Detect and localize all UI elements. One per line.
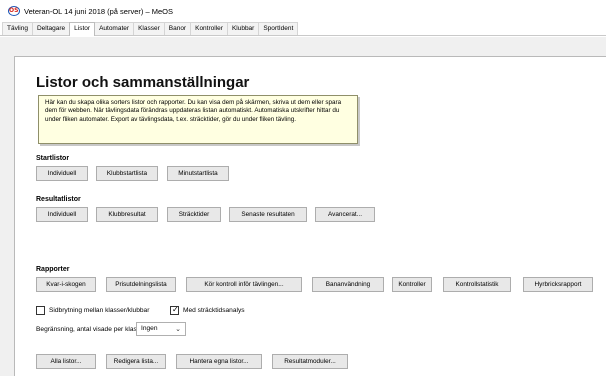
remaining-in-forest-button[interactable]: Kvar-i-skogen xyxy=(36,277,96,292)
club-result-button[interactable]: Klubbresultat xyxy=(96,207,158,222)
latest-results-button[interactable]: Senaste resultaten xyxy=(229,207,307,222)
page-break-option[interactable]: Sidbrytning mellan klasser/klubbar xyxy=(36,306,149,315)
tab-klasser[interactable]: Klasser xyxy=(133,22,165,35)
resultlists-heading: Resultatlistor xyxy=(36,196,81,203)
checkmark-icon: ✓ xyxy=(172,305,179,314)
reports-heading: Rapporter xyxy=(36,266,70,273)
manage-own-lists-button[interactable]: Hantera egna listor... xyxy=(176,354,262,369)
tab-deltagare[interactable]: Deltagare xyxy=(31,22,71,35)
page-break-label: Sidbrytning mellan klasser/klubbar xyxy=(49,307,150,314)
limit-select-value: Ingen xyxy=(141,325,158,332)
split-analysis-label: Med sträcktidsanalys xyxy=(183,307,245,314)
split-analysis-checkbox[interactable]: ✓ xyxy=(170,305,179,315)
control-statistics-button[interactable]: Kontrollstatistik xyxy=(443,277,511,292)
advanced-button[interactable]: Avancerat... xyxy=(315,207,375,222)
course-usage-button[interactable]: Bananvändning xyxy=(312,277,384,292)
title-bar: OS Veteran-OL 14 juni 2018 (på server) –… xyxy=(0,0,606,22)
tab-banor[interactable]: Banor xyxy=(163,22,192,35)
tab-bar: Tävling Deltagare Listor Automater Klass… xyxy=(0,22,606,36)
tab-kontroller[interactable]: Kontroller xyxy=(190,22,228,35)
limit-select[interactable]: Ingen ⌄ xyxy=(136,322,186,336)
startlists-heading: Startlistor xyxy=(36,155,70,162)
tab-tavling[interactable]: Tävling xyxy=(2,22,33,35)
start-individual-button[interactable]: Individuell xyxy=(36,166,88,181)
page-break-checkbox[interactable] xyxy=(36,306,45,315)
minute-startlist-button[interactable]: Minutstartlista xyxy=(167,166,229,181)
prize-list-button[interactable]: Prisutdelningslista xyxy=(106,277,176,292)
tab-listor[interactable]: Listor xyxy=(69,22,96,36)
club-startlist-button[interactable]: Klubbstartlista xyxy=(96,166,158,181)
tab-automater[interactable]: Automater xyxy=(94,22,135,35)
controls-button[interactable]: Kontroller xyxy=(392,277,432,292)
split-times-button[interactable]: Sträcktider xyxy=(167,207,221,222)
page-title: Listor och sammanställningar xyxy=(36,74,250,91)
limit-label: Begränsning, antal visade per klass: xyxy=(36,326,142,333)
tab-klubbar[interactable]: Klubbar xyxy=(226,22,260,35)
chevron-down-icon: ⌄ xyxy=(175,325,181,333)
meos-logo-icon: OS xyxy=(8,6,20,16)
tab-sportident[interactable]: SportIdent xyxy=(258,22,299,35)
rental-card-report-button[interactable]: Hyrbricksrapport xyxy=(523,277,593,292)
edit-list-button[interactable]: Redigera lista... xyxy=(106,354,166,369)
all-lists-button[interactable]: Alla listor... xyxy=(36,354,96,369)
window-title: Veteran-OL 14 juni 2018 (på server) – Me… xyxy=(24,6,173,16)
pre-event-check-button[interactable]: Kör kontroll inför tävlingen... xyxy=(186,277,302,292)
info-box: Här kan du skapa olika sorters listor oc… xyxy=(38,95,358,144)
split-analysis-option[interactable]: ✓ Med sträcktidsanalys xyxy=(170,305,245,315)
result-modules-button[interactable]: Resultatmoduler... xyxy=(272,354,348,369)
result-individual-button[interactable]: Individuell xyxy=(36,207,88,222)
